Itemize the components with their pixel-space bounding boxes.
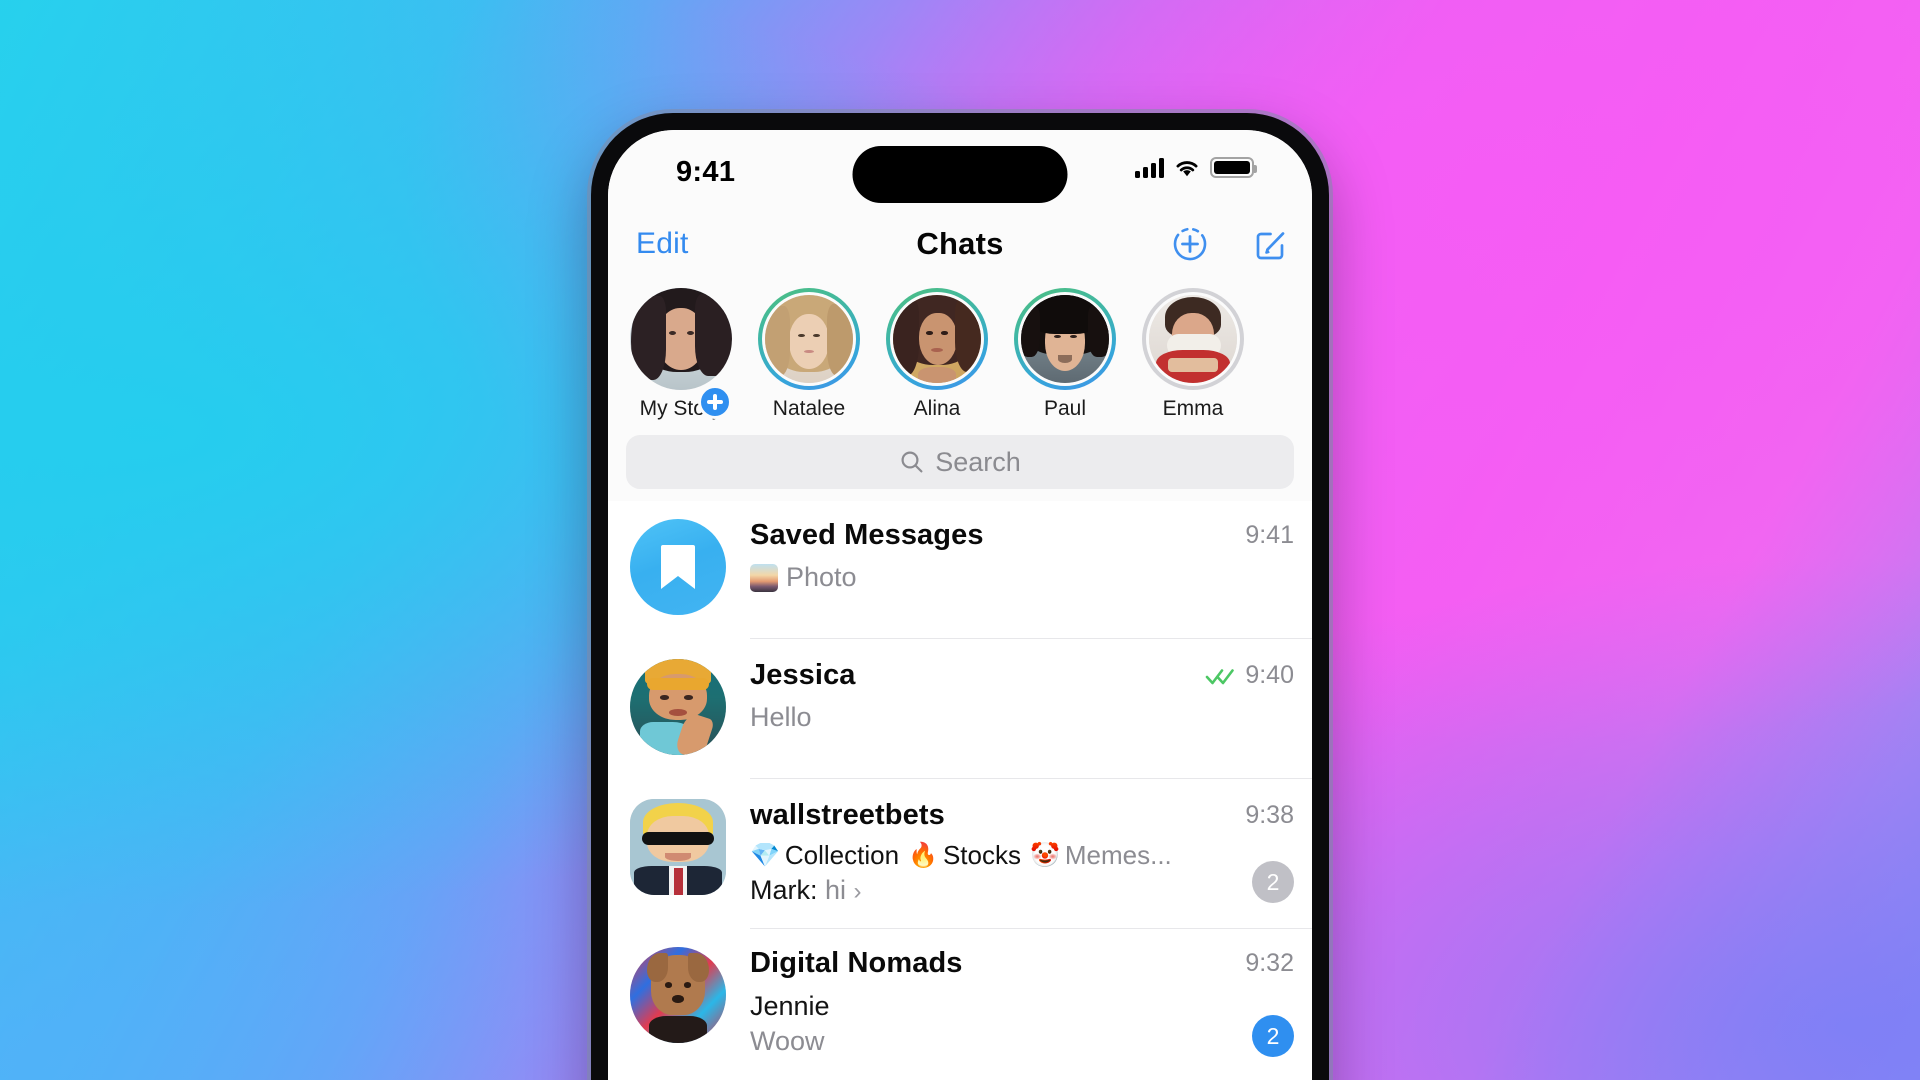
story-item-my-story[interactable]: My Story: [628, 288, 734, 421]
status-bar: 9:41: [608, 130, 1312, 206]
wallpaper-background: 9:41 Edit Chats My Story Natalee Alina P…: [0, 0, 1920, 1080]
chat-timestamp: 9:38: [1245, 801, 1294, 829]
avatar-wallstreetbets: [630, 799, 726, 895]
bookmark-icon: [661, 545, 695, 589]
chat-content: Jessica Hello 9:40: [750, 659, 1312, 779]
story-item-alina[interactable]: Alina: [884, 288, 990, 421]
chat-content: Digital Nomads Jennie Woow 9:32 2: [750, 947, 1312, 1079]
chat-preview: Photo: [750, 561, 1294, 593]
topic-memes[interactable]: 🤡 Memes...: [1030, 840, 1172, 871]
topic-label: Collection: [784, 840, 900, 871]
chat-meta: 9:40: [1205, 661, 1294, 690]
chat-timestamp: 9:32: [1245, 949, 1294, 978]
story-ring: [1014, 288, 1116, 390]
phone-screen: 9:41 Edit Chats My Story Natalee Alina P…: [608, 130, 1312, 1080]
chat-preview-text: Hello: [750, 702, 812, 733]
avatar: [1018, 292, 1112, 386]
status-bar-time: 9:41: [676, 156, 736, 188]
chat-timestamp: 9:41: [1245, 521, 1294, 549]
story-label: Natalee: [772, 397, 846, 420]
dynamic-island: [852, 146, 1068, 203]
chat-preview: Hello: [750, 701, 1294, 733]
search-icon: [901, 451, 923, 473]
chat-list[interactable]: Saved Messages Photo 9:41 Jessica Hello …: [608, 501, 1312, 1080]
story-label: Emma: [1162, 397, 1224, 420]
compose-pencil-icon[interactable]: [1250, 224, 1290, 264]
chat-sender: Mark:: [750, 875, 818, 906]
edit-button[interactable]: Edit: [636, 227, 689, 261]
chat-content: Saved Messages Photo 9:41: [750, 519, 1312, 639]
chat-timestamp: 9:40: [1245, 661, 1294, 689]
chat-meta: 9:41: [1245, 521, 1294, 550]
chat-preview-text: hi: [825, 875, 847, 906]
gem-icon: 💎: [750, 842, 780, 870]
story-item-natalee[interactable]: Natalee: [756, 288, 862, 421]
page-title: Chats: [916, 226, 1004, 261]
read-double-check-icon: [1206, 668, 1235, 684]
story-label: Alina: [913, 397, 961, 420]
unread-badge: 2: [1252, 861, 1294, 903]
photo-thumbnail-icon: [750, 563, 778, 592]
fire-icon: 🔥: [908, 842, 938, 870]
topic-stocks[interactable]: 🔥 Stocks: [908, 840, 1021, 871]
nav-action-group: [1170, 224, 1290, 264]
avatar-digital-nomads: [630, 947, 726, 1044]
chat-meta: 9:38: [1245, 801, 1294, 830]
plus-circle-dashed-icon[interactable]: [1170, 224, 1210, 264]
chat-row-jessica[interactable]: Jessica Hello 9:40: [608, 641, 1312, 781]
search-input[interactable]: Search: [626, 435, 1294, 489]
cellular-bars-icon: [1135, 156, 1164, 178]
search-placeholder: Search: [935, 446, 1021, 477]
status-bar-indicators: [1135, 156, 1257, 178]
story-ring: [1142, 288, 1244, 390]
topic-collection[interactable]: 💎 Collection: [750, 840, 899, 871]
chat-title: wallstreetbets: [750, 799, 945, 831]
chevron-right-icon: ›: [853, 878, 862, 906]
chat-row-wallstreetbets[interactable]: wallstreetbets 💎 Collection 🔥 Stocks 🤡 M…: [608, 781, 1312, 930]
chat-topics[interactable]: 💎 Collection 🔥 Stocks 🤡 Memes...: [750, 840, 1294, 871]
story-label: Paul: [1043, 397, 1087, 420]
story-item-paul[interactable]: Paul: [1012, 288, 1118, 421]
search-container: Search: [608, 431, 1312, 501]
topic-label: Memes...: [1064, 840, 1172, 871]
story-ring: [630, 288, 732, 390]
chat-title: Digital Nomads: [750, 947, 963, 980]
battery-icon: [1210, 156, 1257, 178]
chat-row-saved-messages[interactable]: Saved Messages Photo 9:41: [608, 501, 1312, 641]
wifi-icon: [1176, 160, 1198, 176]
chat-content: wallstreetbets 💎 Collection 🔥 Stocks 🤡 M…: [750, 799, 1312, 930]
story-item-emma[interactable]: Emma: [1140, 288, 1246, 421]
chat-sender: Jennie: [750, 990, 830, 1021]
stories-carousel[interactable]: My Story Natalee Alina Paul Emma: [608, 282, 1312, 431]
add-story-badge-icon[interactable]: [698, 385, 732, 419]
avatar: [762, 292, 856, 386]
clown-icon: 🤡: [1029, 842, 1060, 870]
avatar-jessica: [630, 659, 726, 755]
avatar: [1146, 292, 1240, 386]
chat-row-digital-nomads[interactable]: Digital Nomads Jennie Woow 9:32 2: [608, 929, 1312, 1079]
story-ring: [758, 288, 860, 390]
avatar-saved-messages: [630, 519, 726, 615]
navigation-bar: Edit Chats: [608, 206, 1312, 282]
chat-preview-text: Woow: [750, 1026, 825, 1057]
chat-title: Saved Messages: [750, 519, 984, 551]
avatar: [890, 292, 984, 386]
chat-preview-text: Photo: [786, 562, 857, 593]
chat-preview: Mark: hi ›: [750, 875, 1294, 906]
topic-label: Stocks: [942, 840, 1021, 871]
story-ring: [886, 288, 988, 390]
phone-device-frame: 9:41 Edit Chats My Story Natalee Alina P…: [591, 113, 1329, 1080]
chat-meta: 9:32: [1245, 949, 1294, 978]
avatar: [630, 288, 732, 390]
